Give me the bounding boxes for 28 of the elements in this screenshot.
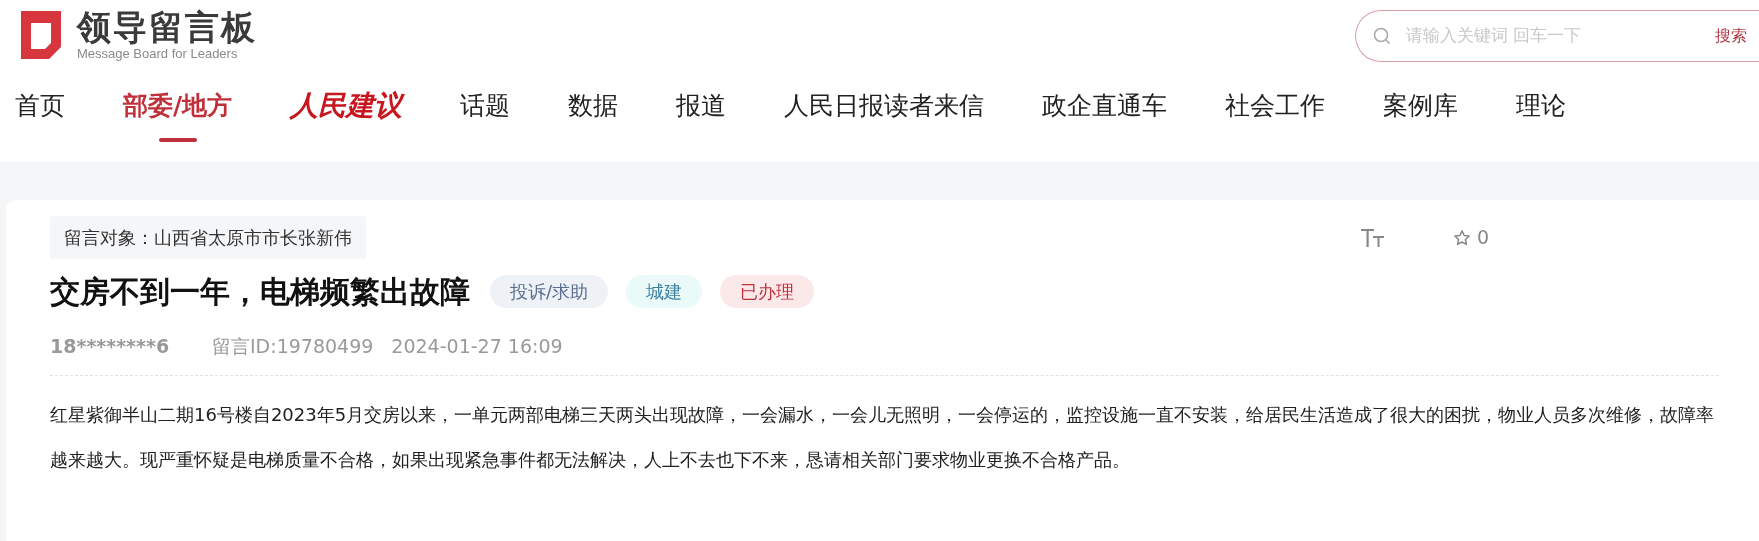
message-title: 交房不到一年，电梯频繁出故障 [50,273,470,311]
message-time: 2024-01-27 16:09 [391,334,563,359]
nav-tab[interactable]: 案例库 [1383,88,1459,124]
logo-title: 领导留言板 [77,8,257,46]
nav-tab[interactable]: 首页 [15,88,65,124]
nav-tab[interactable]: 社会工作 [1225,88,1326,124]
category-tag: 已办理 [720,275,815,308]
search-icon [1372,26,1392,46]
logo-subtitle: Message Board for Leaders [77,46,239,62]
nav-tab[interactable]: 理论 [1516,88,1567,124]
active-tab-indicator [158,138,197,142]
author-id: 18********6 [50,334,171,359]
nav-logo-link[interactable]: 人民建议 [290,88,403,124]
message-target: 留言对象：山西省太原市市长张新伟 [50,216,366,259]
message-id: 留言ID:19780499 [212,334,374,359]
star-icon[interactable] [1452,228,1471,247]
nav-tab[interactable]: 话题 [460,88,511,124]
category-tag: 投诉/求助 [490,275,609,308]
message-body: 红星紫御半山二期16号楼自2023年5月交房以来，一单元两部电梯三天两头出现故障，一会漏水，一会儿无照明，一会停运的，监控设施一直不安装，给居民生活造成了很大的困扰，物业人员多次维修，故障率越来越大。现严重怀疑是电梯质量不合格，如果出现紧急事件都无法解决，人上不去也下不来，恳请相关部门要求物业更换不合格产品。 [50,402,1716,472]
nav-tab[interactable]: 报道 [676,88,727,124]
nav-tab[interactable]: 人民日报读者来信 [784,88,985,124]
favorite-count: 0 [1476,225,1489,251]
search-button[interactable]: 搜索 [1715,24,1747,48]
nav-tab[interactable]: 政企直通车 [1042,88,1168,124]
nav-tab[interactable]: 数据 [568,88,619,124]
font-size-icon[interactable] [1360,227,1385,248]
category-tag: 城建 [626,275,703,308]
nav-tab[interactable]: 部委/地方 [123,88,233,124]
